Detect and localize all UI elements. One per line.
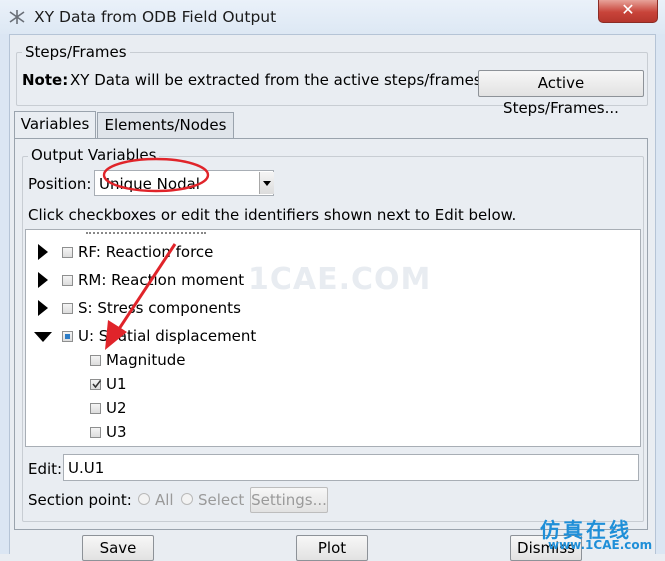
- list-item-u2[interactable]: U2: [26, 396, 626, 420]
- edit-field-value: U.U1: [68, 459, 105, 477]
- position-label: Position:: [28, 175, 92, 193]
- expand-arrow-icon[interactable]: [38, 244, 48, 260]
- checkbox-s[interactable]: [62, 303, 73, 314]
- active-steps-frames-button[interactable]: Active Steps/Frames...: [478, 70, 644, 117]
- partial-check-icon: [65, 334, 70, 339]
- radio-all-label: All: [155, 491, 174, 509]
- list-item-label: U1: [106, 375, 127, 393]
- section-point-label: Section point:: [28, 491, 132, 509]
- checkbox-u3[interactable]: [90, 427, 101, 438]
- expand-arrow-icon[interactable]: [38, 300, 48, 316]
- edit-field[interactable]: U.U1: [63, 454, 639, 481]
- expand-arrow-icon[interactable]: [38, 272, 48, 288]
- note-label: Note:: [22, 71, 69, 89]
- list-item-label: U2: [106, 399, 127, 417]
- window-title: XY Data from ODB Field Output: [34, 8, 277, 26]
- steps-frames-legend: Steps/Frames: [22, 43, 130, 61]
- list-item-partial: [86, 230, 206, 234]
- window-frame-right: [655, 34, 665, 554]
- checkbox-u1[interactable]: [90, 379, 102, 390]
- list-item-u1[interactable]: U1: [26, 372, 626, 396]
- annotation-ellipse: [102, 157, 210, 193]
- tab-elements-nodes[interactable]: Elements/Nodes: [97, 112, 234, 138]
- edit-label: Edit:: [28, 460, 63, 478]
- tab-variables[interactable]: Variables: [14, 111, 96, 138]
- list-item-label: U3: [106, 423, 127, 441]
- radio-all[interactable]: [138, 493, 150, 505]
- instruction-text: Click checkboxes or edit the identifiers…: [28, 206, 517, 224]
- plot-button[interactable]: Plot: [296, 535, 368, 561]
- watermark-text: 1CAE.COM: [248, 262, 432, 297]
- checkbox-rf[interactable]: [62, 247, 73, 258]
- radio-select[interactable]: [181, 493, 193, 505]
- checkbox-u[interactable]: [62, 331, 73, 342]
- close-icon: ✕: [621, 0, 635, 19]
- list-item-u3[interactable]: U3: [26, 420, 626, 444]
- radio-select-label: Select: [198, 491, 245, 509]
- checkbox-magnitude[interactable]: [90, 355, 101, 366]
- watermark-url: www.1CAE.com: [548, 538, 653, 552]
- check-icon: [92, 380, 102, 389]
- chevron-down-icon[interactable]: [259, 172, 274, 194]
- annotation-arrow: [105, 243, 177, 350]
- collapse-arrow-icon[interactable]: [34, 332, 52, 342]
- window-frame-left: [0, 34, 10, 554]
- note-text: XY Data will be extracted from the activ…: [70, 71, 482, 89]
- close-button[interactable]: ✕: [598, 0, 658, 23]
- checkbox-u2[interactable]: [90, 403, 101, 414]
- app-icon: [9, 10, 25, 24]
- checkbox-rm[interactable]: [62, 275, 73, 286]
- settings-button[interactable]: Settings...: [250, 487, 328, 513]
- save-button[interactable]: Save: [82, 535, 154, 561]
